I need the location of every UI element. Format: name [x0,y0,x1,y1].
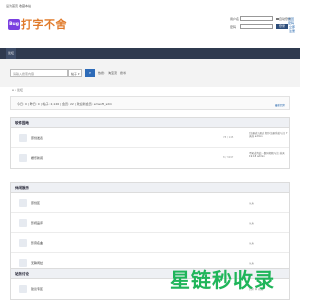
forum-last-post: 从未 [249,222,255,225]
site-logo[interactable]: Bug [8,19,20,30]
forum-last-post[interactable]: [注册表] 通过 程序注册系统与注 7 天前 admin [249,132,289,139]
forum-row[interactable]: 影视品评 从未 [11,213,289,233]
forum-name[interactable]: 娱乐新闻 [31,156,43,160]
register-link[interactable]: 立即注册 [289,25,296,33]
forum-icon [19,219,27,227]
forum-name[interactable]: 原创发表 [31,136,43,140]
forum-stats-bar: 今日: 0 | 昨日: 0 | 帖子: 2,126 | 会员: 22 | 欢迎新… [10,96,290,110]
forum-icon [19,259,27,267]
forum-row[interactable]: 影音名曲 从未 [11,233,289,253]
forum-name[interactable]: 原创区 [31,201,40,205]
forum-name[interactable]: 影视品评 [31,221,43,225]
username-input[interactable] [240,16,273,21]
top-bar: 设为首页 收藏本站 [0,0,300,8]
hot-search-links: 热搜: 淘宝流 搜寻 [98,71,128,75]
nav-item-forum[interactable]: 论坛 [6,48,17,59]
site-name[interactable]: 打字不舍 [21,16,67,32]
forum-icon [19,199,27,207]
search-button[interactable]: ⌕ [85,69,95,77]
main-nav: 论坛 [0,48,300,59]
password-label: 密码 [230,25,237,29]
search-icon: ⌕ [88,70,92,75]
forum-last-post: 从未 [249,242,255,245]
forum-count: 8 / 3297 [223,156,234,159]
hot-search-link[interactable]: 搜寻 [120,71,126,75]
forum-last-post[interactable]: 不知道为此...数码相机与注 前天 19:18 admin [249,152,289,159]
forum-row[interactable]: 原创区 从未 [11,193,289,213]
section-title[interactable]: 休闲娱乐 [11,183,289,193]
login-panel: 用户名 自动登录 找回密码 密码 登录 立即注册 [220,14,296,38]
search-type-select[interactable]: 帖子 ▾ [68,69,82,77]
login-button[interactable]: 登录 [276,24,288,29]
forum-name[interactable]: 建议专区 [31,287,43,291]
forum-stats-text: 今日: 0 | 昨日: 0 | 帖子: 2,126 | 会员: 22 | 欢迎新… [17,102,112,106]
section-title[interactable]: 软件园地 [11,118,289,128]
forum-row[interactable]: 娱乐新闻 8 / 3297 不知道为此...数码相机与注 前天 19:18 ad… [11,148,289,168]
breadcrumb[interactable]: ⌂ › 论坛 [12,88,23,92]
topbar-links[interactable]: 设为首页 收藏本站 [6,4,31,8]
section-software: 软件园地 原创发表 78 / 145 [注册表] 通过 程序注册系统与注 7 天… [10,117,290,169]
forum-name[interactable]: 无聊闲扯 [31,261,43,265]
forum-row[interactable]: 原创发表 78 / 145 [注册表] 通过 程序注册系统与注 7 天前 adm… [11,128,289,148]
search-bar: 请输入搜索内容 帖子 ▾ ⌕ 热搜: 淘宝流 搜寻 [0,59,300,87]
forum-icon [19,134,27,142]
login-user-row: 用户名 自动登录 找回密码 [220,16,296,25]
section-leisure: 休闲娱乐 原创区 从未 影视品评 从未 影音名曲 从未 无聊闲扯 从未 [10,182,290,274]
forum-name[interactable]: 影音名曲 [31,241,43,245]
hot-search-link[interactable]: 淘宝流 [108,71,117,75]
search-input[interactable]: 请输入搜索内容 [10,69,68,77]
forum-last-post: 从未 [249,202,255,205]
login-pass-row: 密码 登录 立即注册 [220,24,296,33]
hot-search-label: 热搜: [98,71,106,75]
watermark-text: 星链秒收录 [170,268,275,292]
latest-reply-link[interactable]: 最新回复 [275,103,285,107]
forum-icon [19,285,27,293]
password-input[interactable] [240,24,273,29]
username-label: 用户名 [230,17,240,21]
forum-icon [19,239,27,247]
forum-icon [19,154,27,162]
forum-count: 78 / 145 [223,136,234,139]
